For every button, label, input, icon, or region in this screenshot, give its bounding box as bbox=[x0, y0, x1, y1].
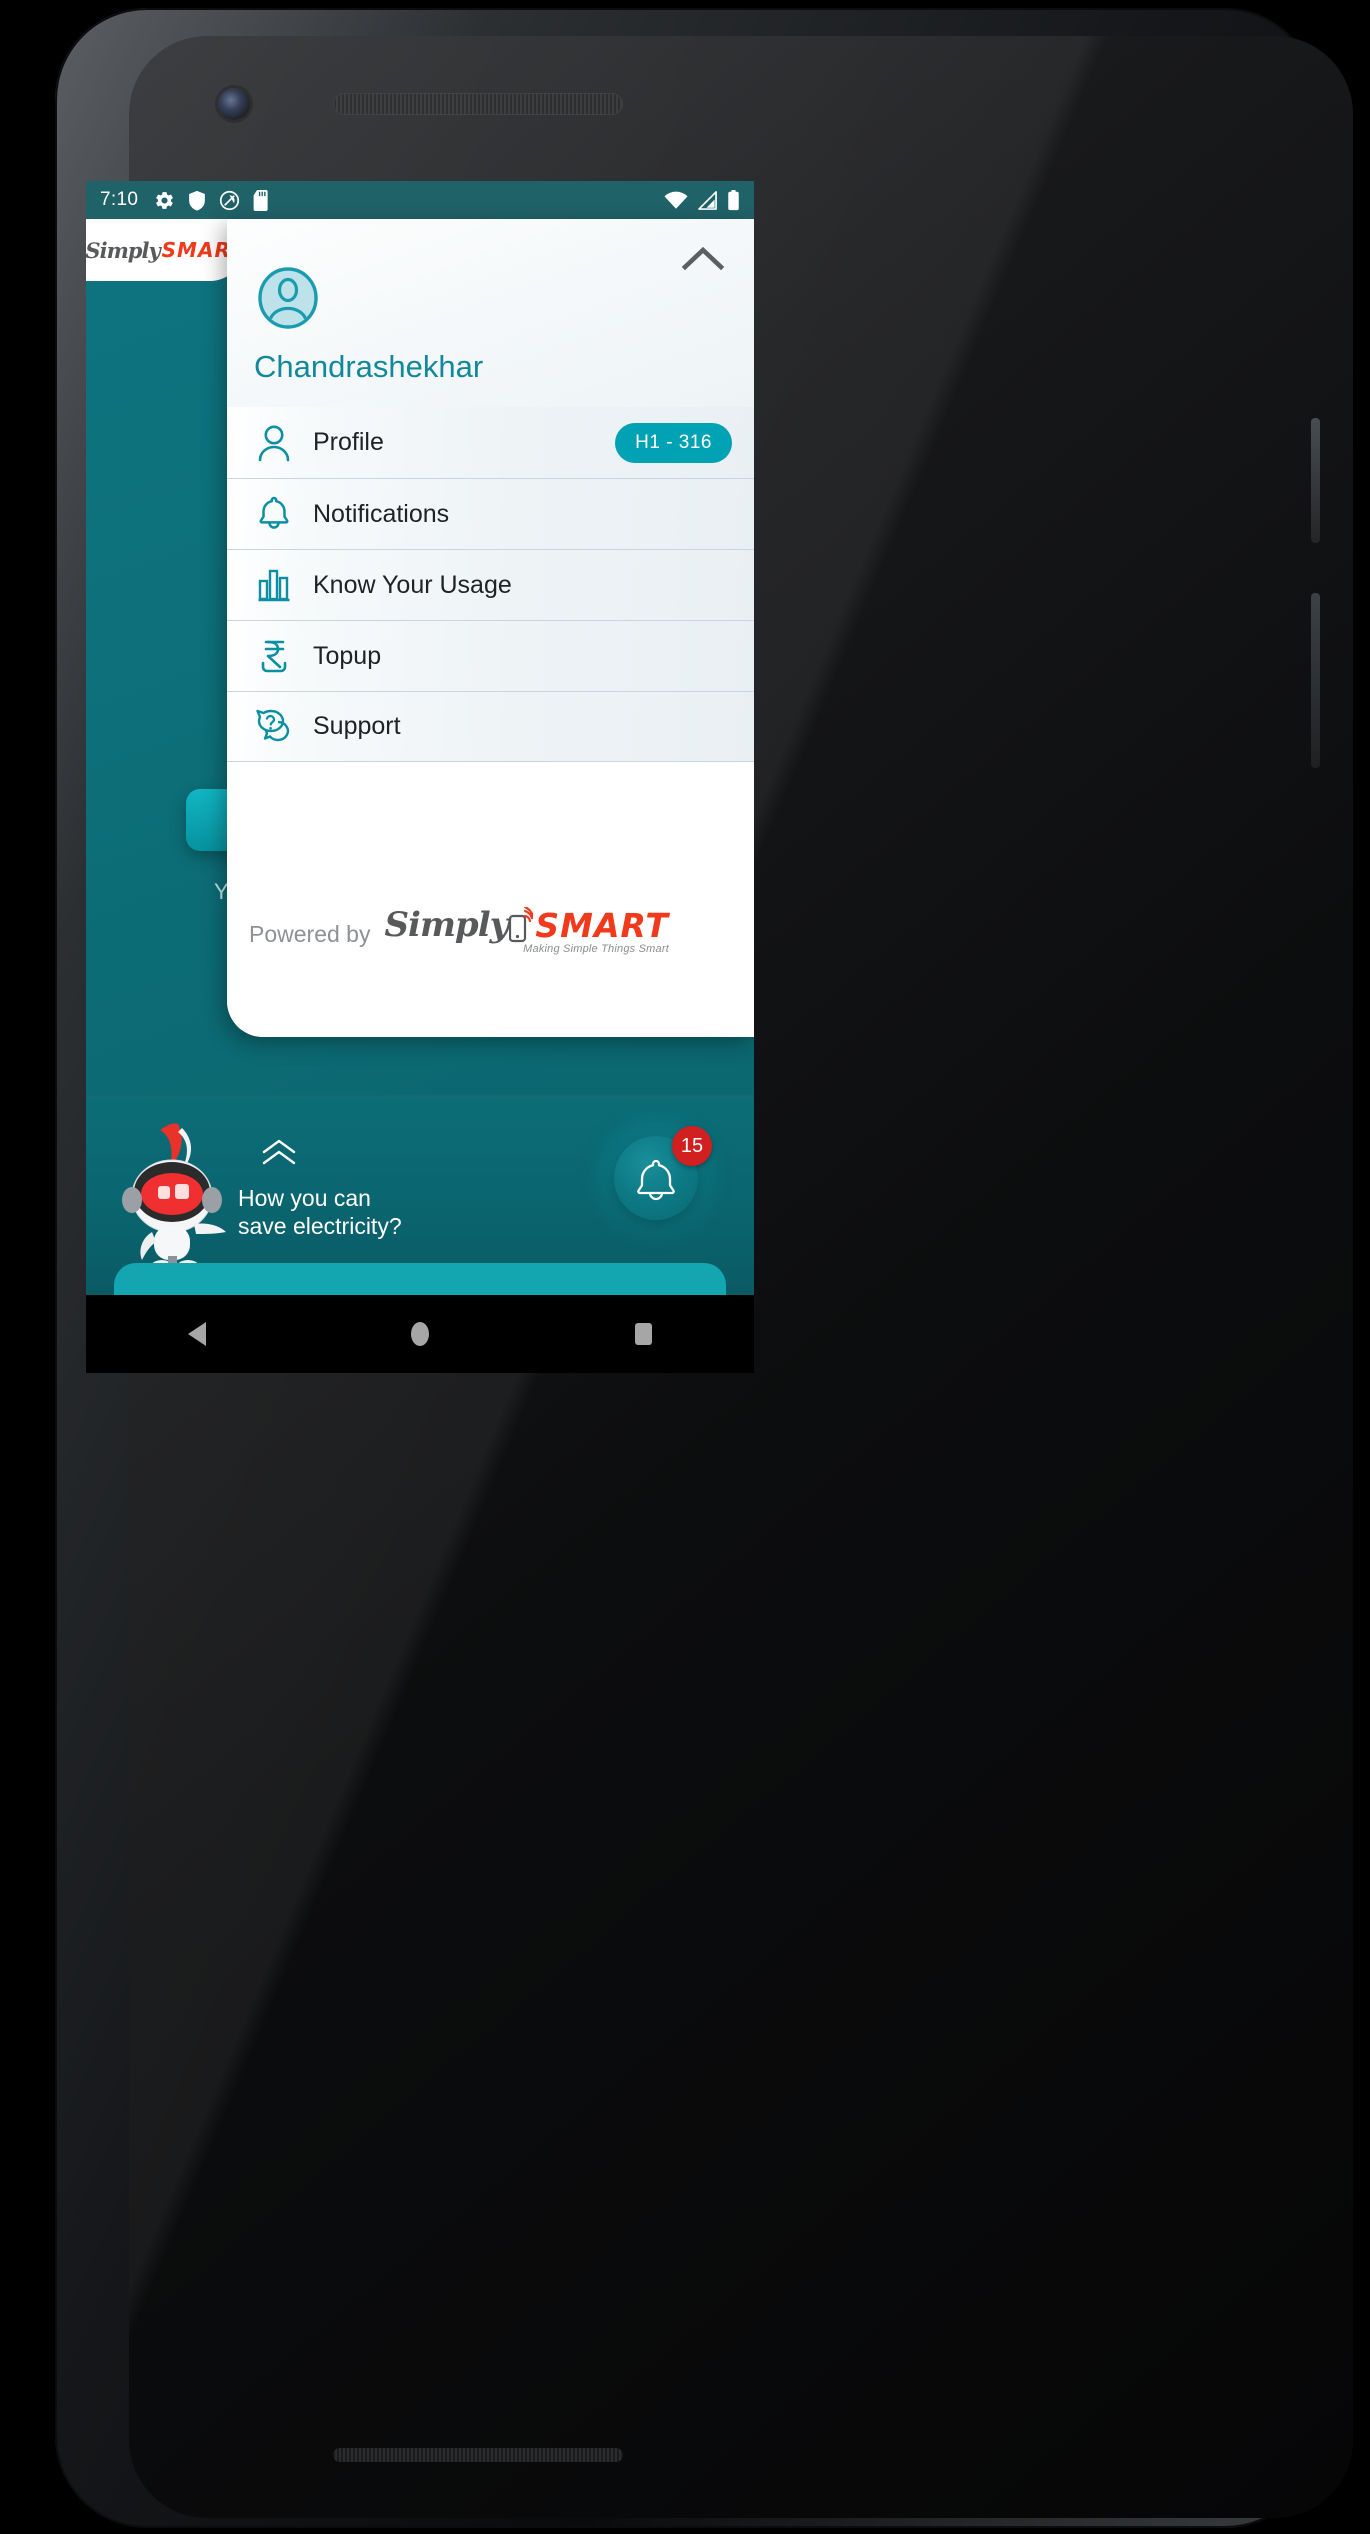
proximity-sensor bbox=[455, 38, 495, 60]
back-triangle-icon[interactable] bbox=[152, 1295, 242, 1373]
rupee-icon bbox=[245, 637, 303, 675]
drawer-username: Chandrashekhar bbox=[254, 349, 484, 384]
bell-icon bbox=[245, 495, 303, 533]
power-button[interactable] bbox=[1311, 418, 1320, 543]
drawer-item-label: Profile bbox=[313, 428, 384, 456]
app-screen: You bbox=[86, 181, 754, 1295]
assistant-message-line1: How you can bbox=[238, 1185, 371, 1211]
footer-logo-script: Simply bbox=[384, 905, 509, 945]
drawer-item-label: Know Your Usage bbox=[313, 570, 512, 599]
footer-brand-logo: Simply SMART Making Simple Things Smart bbox=[384, 905, 668, 955]
logo-script-text: Simply bbox=[86, 237, 161, 263]
drawer-item-topup[interactable]: Topup bbox=[227, 620, 754, 691]
drawer-item-label: Topup bbox=[313, 641, 382, 670]
android-navigation-bar bbox=[86, 1295, 754, 1373]
navigation-drawer: Chandrashekhar Profile H1 - 316 Notifica… bbox=[227, 219, 754, 1037]
drawer-item-notifications[interactable]: Notifications bbox=[227, 478, 754, 549]
double-chevron-up-icon[interactable] bbox=[258, 1138, 300, 1168]
bell-icon bbox=[637, 1159, 675, 1201]
android-status-bar: 7:10 bbox=[86, 181, 754, 219]
sd-card-icon bbox=[253, 189, 268, 211]
drawer-item-label: Support bbox=[313, 712, 401, 740]
user-avatar-icon[interactable] bbox=[257, 267, 319, 329]
do-not-disturb-icon bbox=[220, 190, 240, 210]
app-logo-tab[interactable]: Simply SMART bbox=[86, 219, 244, 281]
home-circle-icon[interactable] bbox=[375, 1295, 465, 1373]
status-time: 7:10 bbox=[100, 189, 139, 210]
assistant-message: How you can save electricity? bbox=[238, 1184, 402, 1240]
person-icon bbox=[245, 424, 303, 462]
profile-unit-badge[interactable]: H1 - 316 bbox=[615, 422, 732, 463]
front-camera bbox=[218, 88, 250, 120]
drawer-item-support[interactable]: Support bbox=[227, 691, 754, 762]
shield-icon bbox=[189, 190, 206, 211]
chevron-up-icon[interactable] bbox=[680, 237, 726, 283]
bottom-speaker bbox=[333, 2448, 623, 2462]
drawer-item-label: Notifications bbox=[313, 499, 450, 528]
drawer-item-know-your-usage[interactable]: Know Your Usage bbox=[227, 549, 754, 620]
assistant-message-line2: save electricity? bbox=[238, 1213, 402, 1240]
drawer-menu-list: Profile H1 - 316 Notifications Know Your… bbox=[227, 407, 754, 762]
smart-device-icon bbox=[509, 907, 534, 943]
wifi-icon bbox=[664, 191, 688, 209]
battery-icon bbox=[728, 189, 739, 210]
drawer-item-profile[interactable]: Profile H1 - 316 bbox=[227, 407, 754, 478]
bar-chart-icon bbox=[245, 567, 303, 603]
assistant-bottom-band: How you can save electricity? 15 bbox=[86, 1095, 754, 1295]
recents-square-icon[interactable] bbox=[598, 1295, 688, 1373]
footer-logo-bold: SMART bbox=[535, 906, 669, 945]
status-left-icons bbox=[154, 189, 270, 211]
volume-button[interactable] bbox=[1311, 593, 1320, 768]
notification-count-badge: 15 bbox=[672, 1126, 712, 1166]
drawer-footer: Powered by Simply SMART Making Simple Th… bbox=[227, 867, 754, 1037]
gear-icon bbox=[156, 191, 174, 209]
drawer-header: Chandrashekhar bbox=[227, 219, 754, 407]
status-right-icons bbox=[664, 189, 740, 211]
powered-by-label: Powered by bbox=[249, 921, 371, 947]
bottom-sheet-handle[interactable] bbox=[114, 1263, 726, 1295]
support-chat-icon bbox=[245, 708, 303, 746]
earpiece-speaker bbox=[333, 93, 623, 115]
cellular-signal-icon bbox=[698, 190, 717, 210]
